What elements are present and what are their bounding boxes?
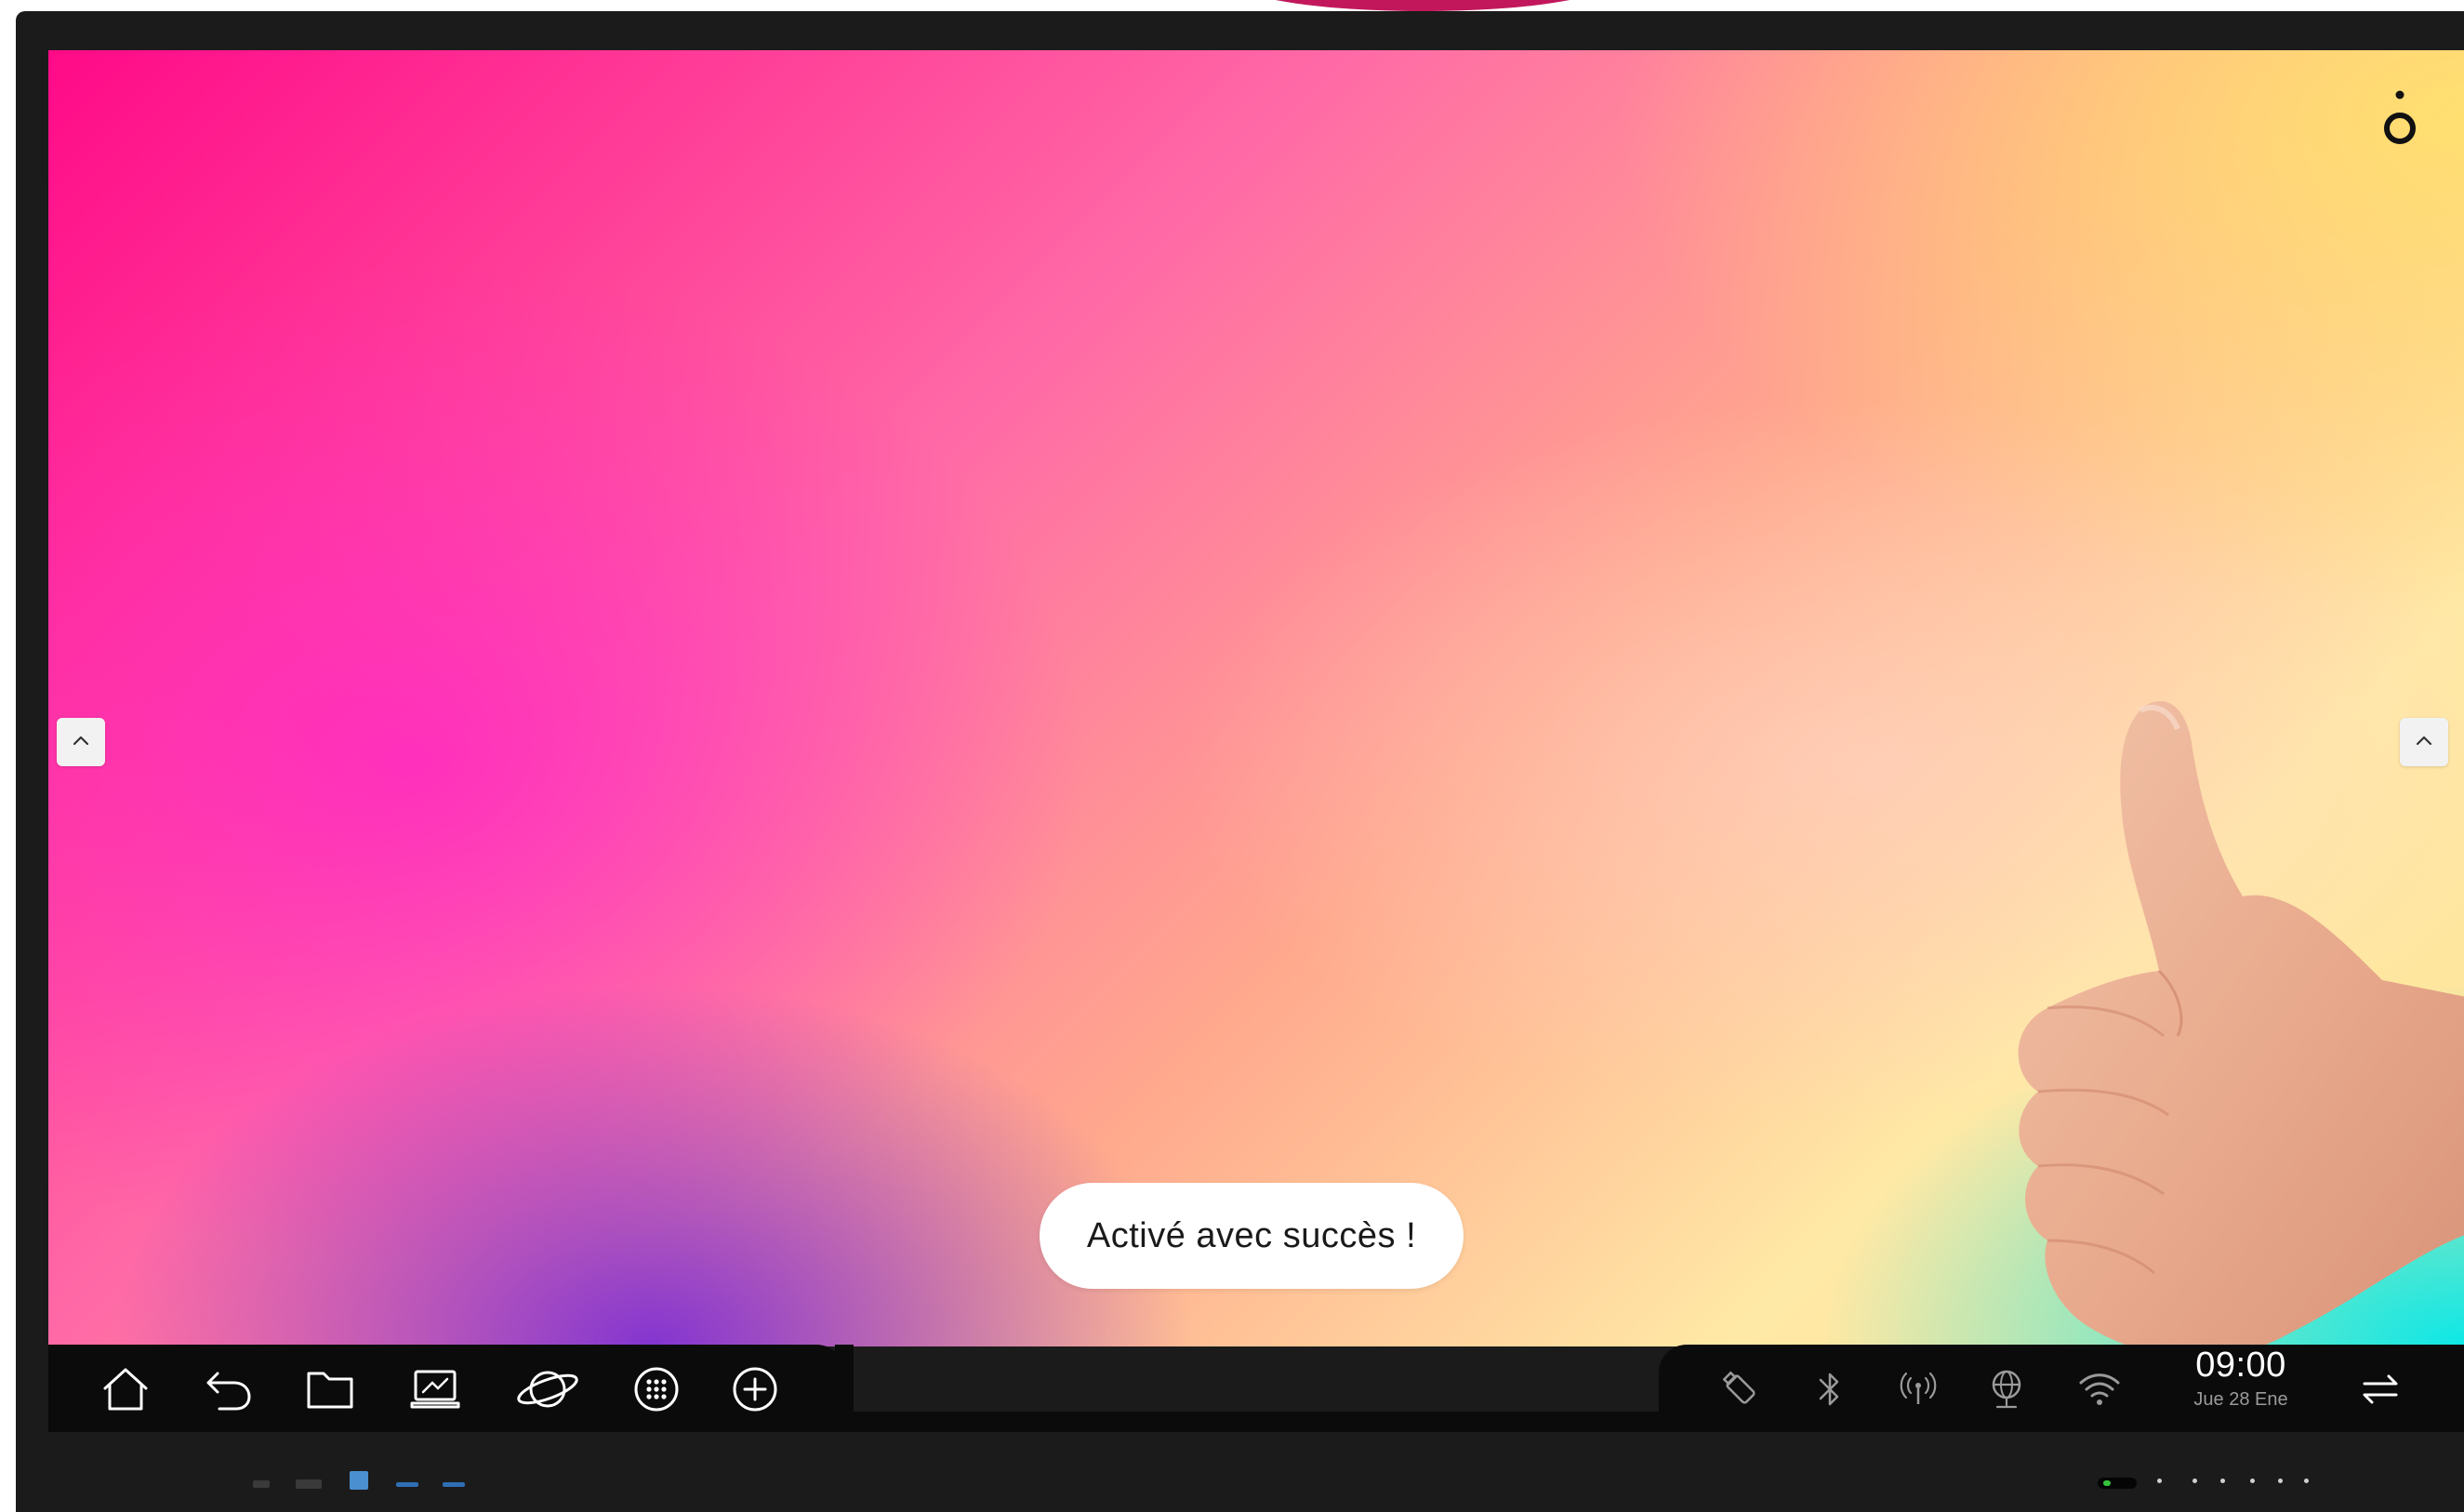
- bluetooth-status[interactable]: [1802, 1363, 1858, 1415]
- hotspot-icon: [1898, 1369, 1939, 1410]
- clock[interactable]: 09:00 Jue 28 Ene: [2166, 1343, 2315, 1412]
- bezel-led: [2192, 1479, 2197, 1483]
- folder-icon: [305, 1366, 355, 1413]
- usb-drive-icon: [1720, 1369, 1761, 1410]
- bezel-port: [396, 1482, 418, 1487]
- home-button[interactable]: [98, 1363, 153, 1415]
- apps-icon: [632, 1365, 681, 1413]
- power-led: [2103, 1480, 2111, 1486]
- input-switch-icon: [2359, 1371, 2402, 1408]
- network-status[interactable]: [1979, 1363, 2034, 1415]
- add-icon: [731, 1365, 779, 1413]
- bezel-led: [2304, 1479, 2309, 1483]
- hotspot-status[interactable]: [1890, 1363, 1946, 1415]
- browser-icon: [515, 1365, 580, 1413]
- thumbs-up-hand-image: [2018, 701, 2464, 1346]
- bezel-led: [2250, 1479, 2255, 1483]
- wifi-icon: [2077, 1370, 2122, 1409]
- bluetooth-icon: [1811, 1369, 1848, 1410]
- bezel-led: [2278, 1479, 2283, 1483]
- background-decoration: [1237, 0, 1609, 11]
- files-button[interactable]: [302, 1363, 358, 1415]
- input-switch-button[interactable]: [2352, 1363, 2408, 1415]
- success-toast: Activé avec succès !: [1040, 1183, 1464, 1289]
- taskbar-right: [1659, 1345, 2464, 1432]
- home-screen: Activé avec succès !: [48, 50, 2464, 1346]
- usb-drive-status[interactable]: [1713, 1363, 1769, 1415]
- left-panel-toggle-button[interactable]: [57, 718, 105, 766]
- bezel-port: [296, 1479, 322, 1489]
- back-icon: [203, 1366, 253, 1413]
- bezel-port: [350, 1471, 368, 1490]
- bezel-port: [253, 1480, 270, 1488]
- network-icon: [1986, 1368, 2027, 1411]
- back-button[interactable]: [200, 1363, 256, 1415]
- browser-button[interactable]: [514, 1363, 581, 1415]
- clock-time: 09:00: [2195, 1346, 2286, 1385]
- chevron-up-icon: [72, 734, 90, 750]
- bezel-port: [443, 1482, 465, 1487]
- brand-mark-icon: [2380, 89, 2419, 147]
- wifi-status[interactable]: [2072, 1363, 2127, 1415]
- whiteboard-icon: [408, 1366, 462, 1413]
- bezel-led: [2157, 1479, 2162, 1483]
- clock-date: Jue 28 Ene: [2193, 1389, 2288, 1410]
- apps-button[interactable]: [629, 1363, 684, 1415]
- whiteboard-button[interactable]: [407, 1363, 463, 1415]
- bezel-led: [2220, 1479, 2225, 1483]
- add-button[interactable]: [727, 1363, 783, 1415]
- home-icon: [100, 1366, 151, 1413]
